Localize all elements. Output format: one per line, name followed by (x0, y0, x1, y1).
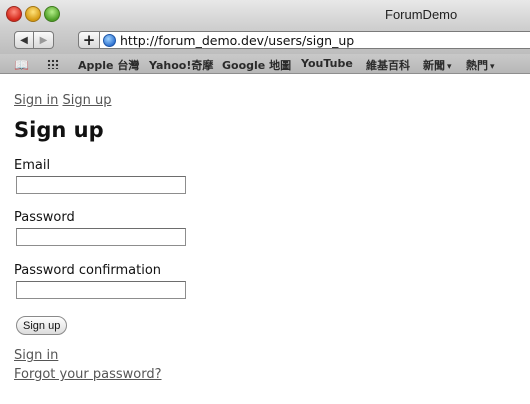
forgot-password-link[interactable]: Forgot your password? (14, 367, 162, 382)
book-icon[interactable]: 📖 (14, 58, 29, 72)
forward-arrow-icon: ▶ (39, 34, 48, 46)
bookmark-youtube[interactable]: YouTube (301, 57, 353, 70)
add-bookmark-button[interactable]: + (78, 31, 100, 49)
email-field[interactable] (16, 176, 186, 194)
sign-up-link[interactable]: Sign up (62, 93, 111, 108)
sign-in-link[interactable]: Sign in (14, 93, 58, 108)
top-nav: Sign in Sign up (14, 93, 111, 108)
browser-toolbar: ◀ ▶ + http://forum_demo.dev/users/sign_u… (0, 28, 530, 54)
page-title: Sign up (14, 118, 104, 142)
back-arrow-icon: ◀ (20, 34, 28, 46)
url-text[interactable]: http://forum_demo.dev/users/sign_up (120, 33, 354, 48)
browser-window: ForumDemo ◀ ▶ + http://forum_demo.dev/us… (0, 0, 530, 404)
password-confirmation-field[interactable] (16, 281, 186, 299)
bookmark-popular-menu[interactable]: 熱門 (466, 57, 495, 73)
email-label: Email (14, 158, 51, 173)
password-confirmation-label: Password confirmation (14, 263, 162, 278)
zoom-window-button[interactable] (44, 6, 60, 22)
bookmark-google-maps[interactable]: Google 地圖 (222, 57, 291, 73)
password-label: Password (14, 210, 75, 225)
bookmark-apple[interactable]: Apple 台灣 (78, 57, 139, 73)
close-window-button[interactable] (6, 6, 22, 22)
bookmark-yahoo[interactable]: Yahoo!奇摩 (149, 57, 213, 73)
plus-icon: + (82, 31, 96, 49)
back-button[interactable]: ◀ (14, 31, 34, 49)
minimize-window-button[interactable] (25, 6, 41, 22)
title-bar: ForumDemo (0, 0, 530, 28)
window-title: ForumDemo (385, 7, 458, 22)
bookmarks-bar: 📖 Apple 台灣 Yahoo!奇摩 Google 地圖 YouTube 維基… (0, 54, 530, 74)
bookmark-news-menu[interactable]: 新聞 (423, 57, 452, 73)
globe-icon (103, 33, 116, 47)
sign-up-button[interactable]: Sign up (16, 316, 68, 335)
address-bar[interactable]: http://forum_demo.dev/users/sign_up (100, 31, 530, 49)
grid-icon[interactable] (47, 59, 59, 69)
bookmark-wikipedia[interactable]: 維基百科 (366, 57, 410, 73)
password-field[interactable] (16, 228, 186, 246)
footer-sign-in-link[interactable]: Sign in (14, 348, 58, 363)
forward-button[interactable]: ▶ (34, 31, 54, 49)
